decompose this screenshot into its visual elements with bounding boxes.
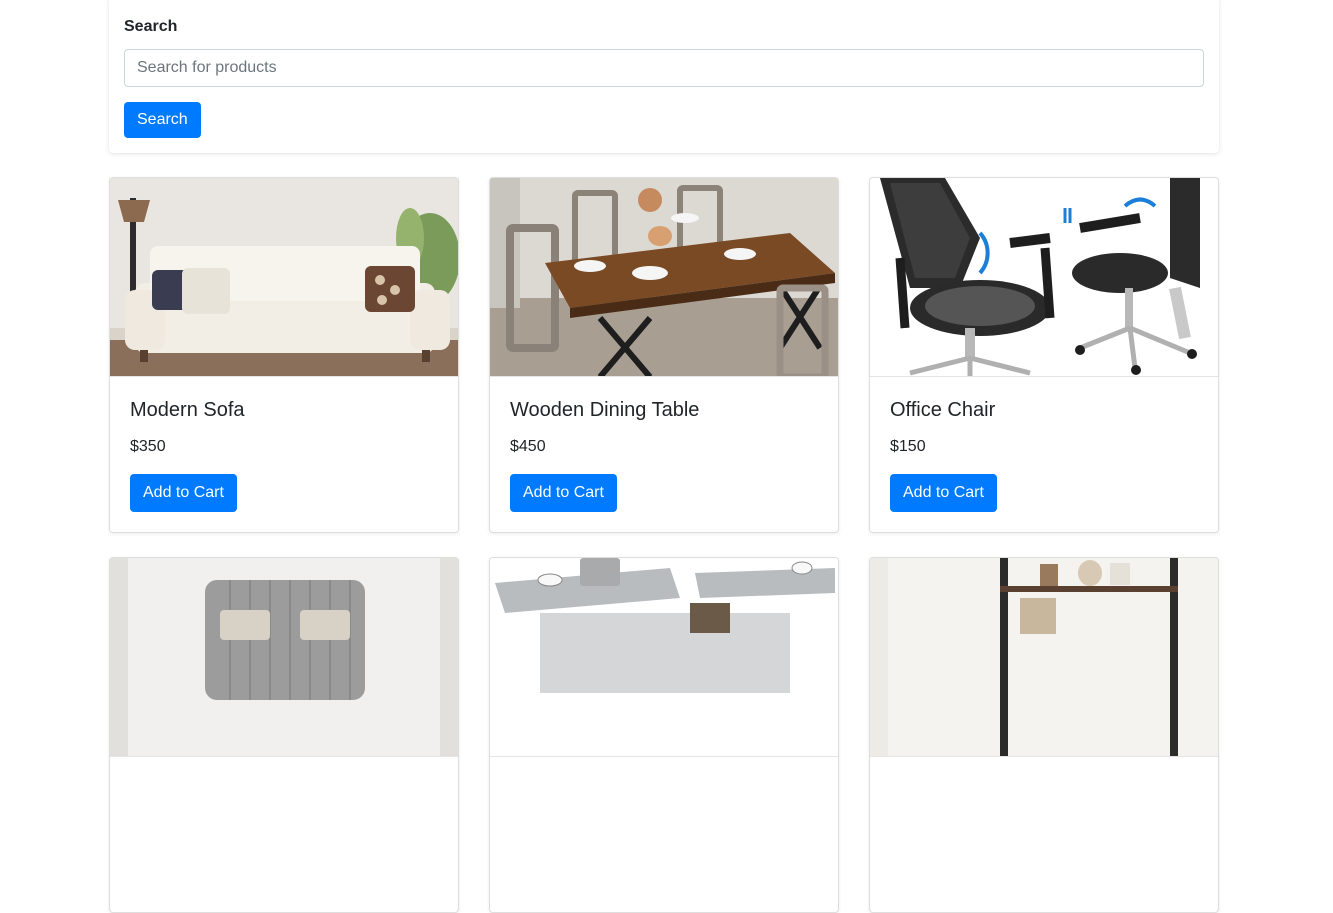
dining-table-image[interactable] — [490, 178, 838, 377]
search-input[interactable] — [124, 49, 1204, 87]
product-price: $450 — [510, 438, 546, 455]
product-card: Wooden Dining Table $450 Add to Cart — [489, 177, 839, 533]
product-name: Wooden Dining Table — [510, 399, 700, 421]
product-name: Office Chair — [890, 399, 996, 421]
product-price: $350 — [130, 438, 166, 455]
product-card — [109, 557, 459, 913]
search-card: Search Search — [109, 0, 1219, 153]
product-card: Modern Sofa $350 Add to Cart — [109, 177, 459, 533]
office-chair-image[interactable] — [870, 178, 1218, 377]
add-to-cart-button[interactable]: Add to Cart — [510, 474, 617, 512]
lift-top-coffee-table-image[interactable] — [490, 558, 838, 757]
search-button[interactable]: Search — [124, 102, 201, 138]
product-card — [869, 557, 1219, 913]
add-to-cart-button[interactable]: Add to Cart — [130, 474, 237, 512]
product-card — [489, 557, 839, 913]
product-name: Modern Sofa — [130, 399, 245, 421]
bed-image[interactable] — [110, 558, 458, 757]
add-to-cart-button[interactable]: Add to Cart — [890, 474, 997, 512]
sofa-image[interactable] — [110, 178, 458, 377]
product-price: $150 — [890, 438, 926, 455]
bookshelf-image[interactable] — [870, 558, 1218, 757]
search-label: Search — [124, 18, 178, 35]
product-card: Office Chair $150 Add to Cart — [869, 177, 1219, 533]
